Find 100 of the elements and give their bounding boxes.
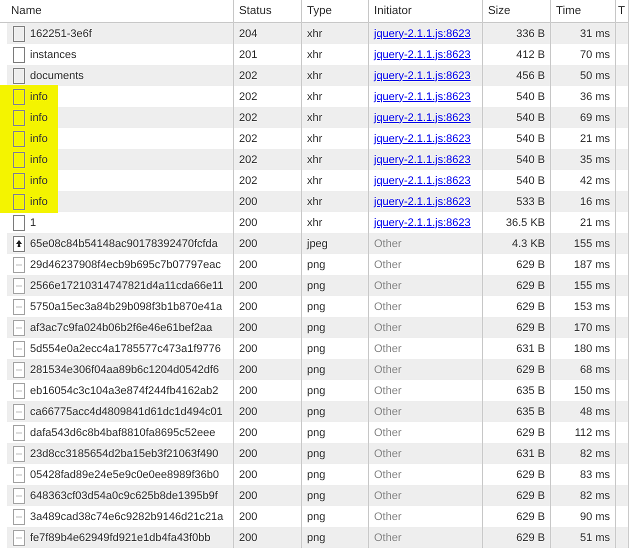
time-value: 155 ms — [574, 280, 610, 292]
size-value: 629 B — [516, 468, 545, 480]
resource-type: png — [307, 384, 326, 396]
size-value: 629 B — [516, 280, 545, 292]
resource-type: png — [307, 406, 326, 418]
size-value: 36.5 KB — [506, 216, 545, 228]
initiator-link[interactable]: jquery-2.1.1.js:8623 — [374, 28, 471, 40]
column-header[interactable]: Name — [0, 0, 234, 22]
size-value: 629 B — [516, 490, 545, 502]
size-value: 629 B — [516, 364, 545, 376]
time-value: 16 ms — [580, 196, 610, 208]
size-value: 629 B — [516, 510, 545, 522]
document-icon — [13, 46, 25, 62]
size-value: 540 B — [516, 90, 545, 102]
status-code: 200 — [239, 238, 258, 250]
status-code: 200 — [239, 406, 258, 418]
column-header[interactable]: Time — [551, 0, 616, 22]
initiator-link[interactable]: jquery-2.1.1.js:8623 — [374, 216, 471, 228]
file-name: 5d554e0a2ecc4a1785577c473a1f9776 — [30, 342, 221, 354]
size-value: 412 B — [516, 48, 545, 60]
status-code: 202 — [239, 70, 258, 82]
size-value: 4.3 KB — [512, 238, 545, 250]
initiator-text: Other — [374, 406, 402, 418]
file-name: 2566e17210314747821d4a11cda66e11 — [30, 280, 224, 292]
status-code: 200 — [239, 448, 258, 460]
time-value: 68 ms — [580, 364, 610, 376]
document-icon — [13, 88, 25, 104]
size-value: 336 B — [516, 28, 545, 40]
file-name: fe7f89b4e62949fd921e1db4fa43f0bb — [30, 532, 210, 544]
status-code: 202 — [239, 112, 258, 124]
column-header[interactable]: T — [616, 0, 629, 22]
status-code: 202 — [239, 154, 258, 166]
file-name: info — [30, 154, 48, 166]
file-name: 29d46237908f4ecb9b695c7b07797eac — [30, 258, 221, 270]
column-header[interactable]: Status — [234, 0, 302, 22]
initiator-link[interactable]: jquery-2.1.1.js:8623 — [374, 196, 471, 208]
resource-type: png — [307, 342, 326, 354]
document-icon — [13, 214, 25, 230]
size-value: 635 B — [516, 384, 545, 396]
status-code: 204 — [239, 28, 258, 40]
file-name: dafa543d6c8b4baf8810fa8695c52eee — [30, 426, 216, 438]
document-icon — [13, 172, 25, 188]
status-code: 202 — [239, 90, 258, 102]
file-name: instances — [30, 48, 76, 60]
initiator-link[interactable]: jquery-2.1.1.js:8623 — [374, 174, 471, 186]
size-value: 629 B — [516, 300, 545, 312]
image-icon — [13, 298, 25, 314]
status-code: 202 — [239, 174, 258, 186]
time-value: 48 ms — [580, 406, 610, 418]
document-icon — [13, 26, 25, 42]
initiator-link[interactable]: jquery-2.1.1.js:8623 — [374, 90, 471, 102]
time-value: 21 ms — [580, 216, 610, 228]
time-value: 82 ms — [580, 448, 610, 460]
time-value: 112 ms — [574, 426, 610, 438]
time-value: 35 ms — [580, 154, 610, 166]
initiator-text: Other — [374, 238, 402, 250]
column-header[interactable]: Type — [302, 0, 369, 22]
column-header[interactable]: Size — [483, 0, 551, 22]
time-value: 42 ms — [580, 174, 610, 186]
resource-type: xhr — [307, 112, 322, 124]
initiator-text: Other — [374, 364, 402, 376]
resource-type: xhr — [307, 154, 322, 166]
initiator-link[interactable]: jquery-2.1.1.js:8623 — [374, 132, 471, 144]
resource-type: png — [307, 300, 326, 312]
initiator-text: Other — [374, 280, 402, 292]
initiator-link[interactable]: jquery-2.1.1.js:8623 — [374, 70, 471, 82]
initiator-text: Other — [374, 322, 402, 334]
size-value: 533 B — [516, 196, 545, 208]
status-code: 202 — [239, 132, 258, 144]
file-name: info — [30, 196, 48, 208]
time-value: 180 ms — [574, 342, 610, 354]
status-code: 200 — [239, 468, 258, 480]
image-icon — [13, 278, 25, 294]
initiator-text: Other — [374, 342, 402, 354]
size-value: 635 B — [516, 406, 545, 418]
file-name: 648363cf03d54a0c9c625b8de1395b9f — [30, 490, 218, 502]
initiator-link[interactable]: jquery-2.1.1.js:8623 — [374, 48, 471, 60]
resource-type: png — [307, 426, 326, 438]
time-value: 170 ms — [574, 322, 610, 334]
column-header[interactable]: Initiator — [369, 0, 483, 22]
status-code: 200 — [239, 426, 258, 438]
status-code: 200 — [239, 300, 258, 312]
initiator-link[interactable]: jquery-2.1.1.js:8623 — [374, 154, 471, 166]
file-name: 162251-3e6f — [30, 28, 92, 40]
resource-type: xhr — [307, 216, 322, 228]
time-value: 69 ms — [580, 112, 610, 124]
initiator-link[interactable]: jquery-2.1.1.js:8623 — [374, 112, 471, 124]
file-name: 05428fad89e24e5e9c0e0ee8989f36b0 — [30, 468, 220, 480]
time-value: 21 ms — [580, 132, 610, 144]
initiator-text: Other — [374, 468, 402, 480]
document-icon — [13, 110, 25, 126]
resource-type: png — [307, 532, 326, 544]
initiator-text: Other — [374, 426, 402, 438]
image-icon — [13, 424, 25, 440]
status-code: 201 — [239, 48, 258, 60]
initiator-text: Other — [374, 384, 402, 396]
initiator-text: Other — [374, 490, 402, 502]
size-value: 629 B — [516, 322, 545, 334]
size-value: 456 B — [516, 70, 545, 82]
file-name: info — [30, 132, 48, 144]
